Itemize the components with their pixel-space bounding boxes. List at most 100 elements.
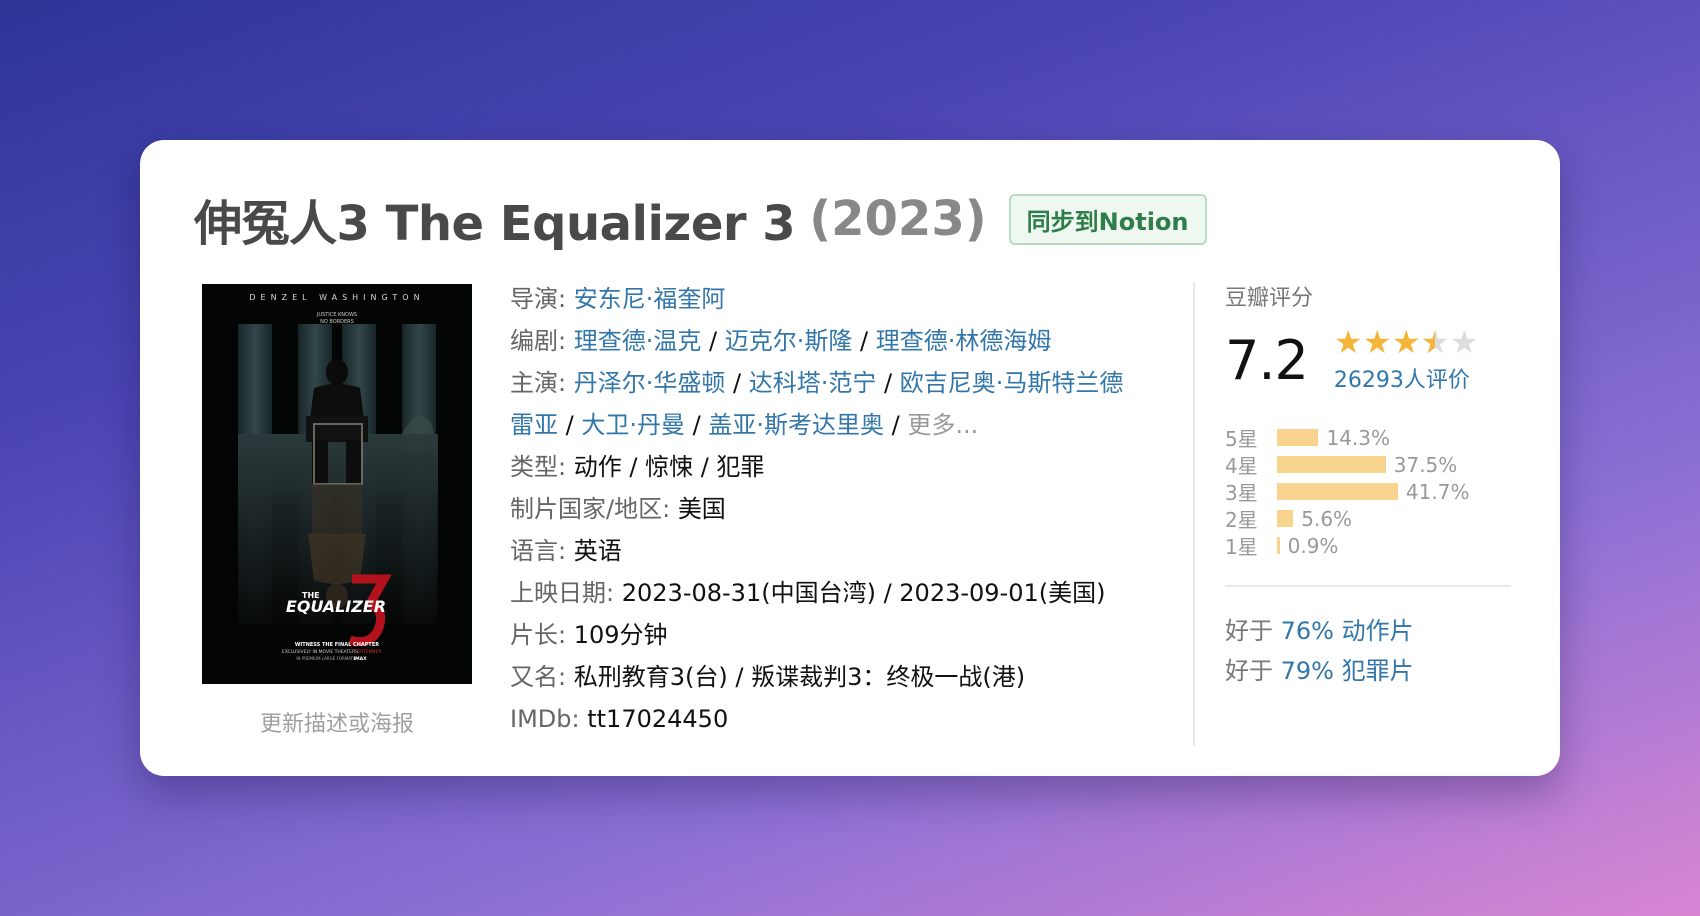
distribution-bar xyxy=(1277,537,1280,554)
poster-tagline-2: NO BORDERS xyxy=(320,319,354,325)
distribution-percent: 41.7% xyxy=(1405,479,1470,504)
runtime-line: 片长: 109分钟 xyxy=(510,614,1130,656)
cast-link[interactable]: 大卫·丹曼 xyxy=(581,411,685,439)
title-row: 伸冤人3 The Equalizer 3 (2023) 同步到Notion xyxy=(194,184,1207,254)
votes-link[interactable]: 26293人评价 xyxy=(1334,362,1479,394)
rating-score: 7.2 xyxy=(1225,328,1309,392)
separator: / xyxy=(565,411,574,439)
country-line: 制片国家/地区: 美国 xyxy=(510,488,1130,530)
distribution-percent: 5.6% xyxy=(1301,506,1353,531)
movie-info: 导演: 安东尼·福奎阿 编剧: 理查德·温克 / 迈克尔·斯隆 / 理查德·林德… xyxy=(510,278,1130,740)
cast-link[interactable]: 达科塔·范宁 xyxy=(749,369,877,397)
cast-link[interactable]: 欧吉尼奥·马斯特兰德 xyxy=(900,369,1124,397)
better-than: 好于 76% 动作片 好于 79% 犯罪片 xyxy=(1225,611,1535,691)
director-label: 导演: xyxy=(510,285,567,313)
writer-link[interactable]: 理查德·林德海姆 xyxy=(876,327,1052,355)
star-icon: ★ xyxy=(1333,323,1363,361)
country-label: 制片国家/地区: xyxy=(510,495,671,523)
better-than-link[interactable]: 76% 动作片 xyxy=(1281,617,1414,645)
genre-label: 类型: xyxy=(510,453,567,481)
movie-card: 伸冤人3 The Equalizer 3 (2023) 同步到Notion DE… xyxy=(140,140,1560,776)
poster-footer-1: WITNESS THE FINAL CHAPTER xyxy=(295,642,379,648)
better-prefix: 好于 xyxy=(1225,617,1273,645)
poster-footer-4: IN PREMIUM LARGE FORMATS xyxy=(296,656,356,661)
distribution-percent: 0.9% xyxy=(1287,533,1339,558)
distribution-label: 4星 xyxy=(1225,454,1258,478)
distribution-label: 3星 xyxy=(1225,481,1258,505)
writer-link[interactable]: 理查德·温克 xyxy=(574,327,702,355)
distribution-bar xyxy=(1277,483,1398,500)
aka-line: 又名: 私刑教育3(台) / 叛谍裁判3：终极一战(港) xyxy=(510,656,1130,698)
distribution-row: 2星 5.6% xyxy=(1225,505,1535,533)
distribution-percent: 37.5% xyxy=(1393,452,1458,477)
separator: / xyxy=(692,411,701,439)
distribution-row: 1星 0.9% xyxy=(1225,532,1535,560)
language-value: 英语 xyxy=(573,537,622,565)
poster-logo: EQUALIZER xyxy=(286,597,386,616)
vertical-divider xyxy=(1193,282,1195,746)
director-link[interactable]: 安东尼·福奎阿 xyxy=(574,285,726,313)
update-poster-link[interactable]: 更新描述或海报 xyxy=(202,706,472,738)
language-label: 语言: xyxy=(510,537,567,565)
cast-link[interactable]: 雷亚 xyxy=(510,411,558,439)
imdb-line: IMDb: tt17024450 xyxy=(510,698,1130,740)
rating-distribution: 5星 14.3% 4星 37.5% 3星 41.7% 2星 5.6% 1星 0.… xyxy=(1225,424,1535,560)
writer-label: 编剧: xyxy=(510,327,567,355)
imdb-value: tt17024450 xyxy=(587,705,729,733)
distribution-percent: 14.3% xyxy=(1326,425,1391,450)
genre-value: 动作 / 惊悚 / 犯罪 xyxy=(573,453,765,481)
movie-poster[interactable]: DENZEL WASHINGTON JUSTICE KNOWS NO BORDE… xyxy=(202,284,472,684)
runtime-label: 片长: xyxy=(510,621,567,649)
better-prefix: 好于 xyxy=(1225,657,1273,685)
aka-label: 又名: xyxy=(510,663,567,691)
separator: / xyxy=(709,327,718,355)
star-icon: ★ xyxy=(1449,323,1479,361)
rating-panel: 豆瓣评分 7.2 ★ ★ ★ ★ ★ 26293人评价 5星 14.3% xyxy=(1225,280,1535,691)
cast-line-2: 雷亚 / 大卫·丹曼 / 盖亚·斯考达里奥 / 更多... xyxy=(510,404,1130,446)
horizontal-divider xyxy=(1225,585,1511,587)
cast-link[interactable]: 丹泽尔·华盛顿 xyxy=(574,369,726,397)
star-icon: ★ xyxy=(1362,323,1392,361)
poster-footer-3: SEPTEMBER xyxy=(355,649,382,655)
distribution-row: 4星 37.5% xyxy=(1225,451,1535,479)
separator: / xyxy=(891,411,900,439)
release-value: 2023-08-31(中国台湾) / 2023-09-01(美国) xyxy=(621,579,1106,607)
distribution-bar xyxy=(1277,510,1294,527)
poster-tagline-1: JUSTICE KNOWS xyxy=(316,312,357,318)
movie-title: 伸冤人3 The Equalizer 3 xyxy=(194,196,796,252)
genre-line: 类型: 动作 / 惊悚 / 犯罪 xyxy=(510,446,1130,488)
poster-footer-5: IMAX xyxy=(353,656,367,662)
distribution-label: 2星 xyxy=(1225,508,1258,532)
distribution-row: 5星 14.3% xyxy=(1225,424,1535,452)
cast-link[interactable]: 盖亚·斯考达里奥 xyxy=(708,411,884,439)
distribution-bar xyxy=(1277,456,1386,473)
distribution-label: 1星 xyxy=(1225,535,1258,559)
cast-line: 主演: 丹泽尔·华盛顿 / 达科塔·范宁 / 欧吉尼奥·马斯特兰德 xyxy=(510,362,1130,404)
runtime-value: 109分钟 xyxy=(573,621,668,649)
rating-stars: ★ ★ ★ ★ ★ xyxy=(1334,326,1479,358)
imdb-label: IMDb: xyxy=(510,705,580,733)
better-than-line: 好于 79% 犯罪片 xyxy=(1225,651,1535,691)
release-label: 上映日期: xyxy=(510,579,615,607)
more-cast-link[interactable]: 更多... xyxy=(907,411,978,439)
distribution-bar xyxy=(1277,429,1319,446)
distribution-row: 3星 41.7% xyxy=(1225,478,1535,506)
rating-label: 豆瓣评分 xyxy=(1225,286,1314,311)
separator: / xyxy=(733,369,742,397)
star-icon: ★ xyxy=(1391,323,1421,361)
stars-block: ★ ★ ★ ★ ★ 26293人评价 xyxy=(1334,326,1479,394)
distribution-label: 5星 xyxy=(1225,427,1258,451)
country-value: 美国 xyxy=(677,495,726,523)
director-line: 导演: 安东尼·福奎阿 xyxy=(510,278,1130,320)
aka-value: 私刑教育3(台) / 叛谍裁判3：终极一战(港) xyxy=(573,663,1026,691)
poster-actor: DENZEL WASHINGTON xyxy=(249,293,424,302)
better-than-line: 好于 76% 动作片 xyxy=(1225,611,1535,651)
separator: / xyxy=(884,369,893,397)
sync-notion-button[interactable]: 同步到Notion xyxy=(1008,193,1207,245)
cast-label: 主演: xyxy=(510,369,567,397)
release-line: 上映日期: 2023-08-31(中国台湾) / 2023-09-01(美国) xyxy=(510,572,1130,614)
writer-link[interactable]: 迈克尔·斯隆 xyxy=(725,327,853,355)
language-line: 语言: 英语 xyxy=(510,530,1130,572)
poster-footer-2: EXCLUSIVELY IN MOVIE THEATERS xyxy=(282,649,358,655)
better-than-link[interactable]: 79% 犯罪片 xyxy=(1281,657,1414,685)
